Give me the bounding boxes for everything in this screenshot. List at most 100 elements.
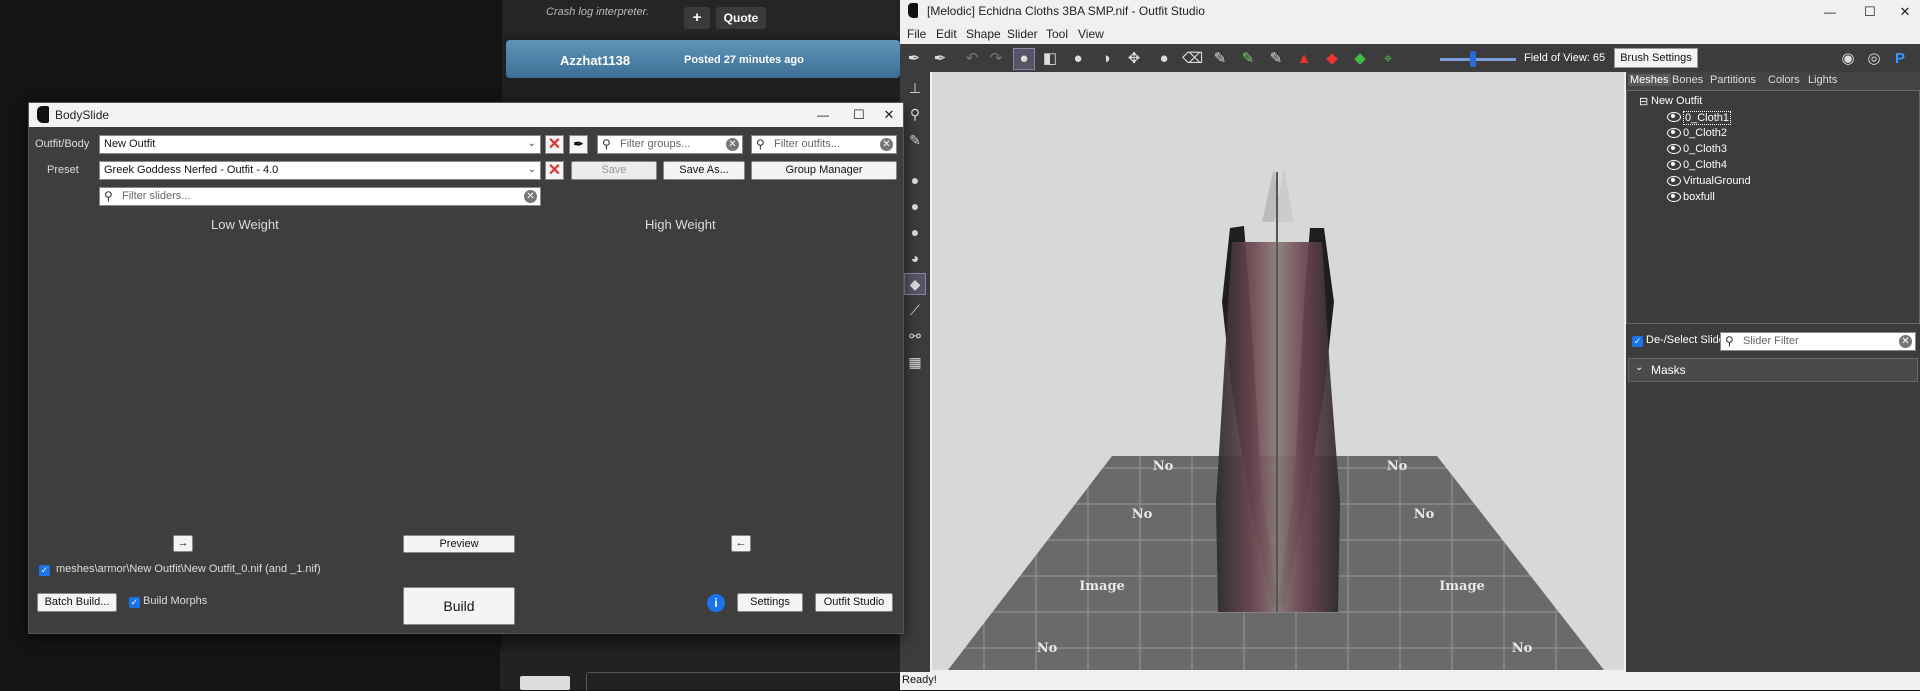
split-edge-icon[interactable]: ◆ [1350, 49, 1370, 69]
preview-button[interactable]: Preview [403, 535, 515, 553]
visibility-eye-icon[interactable] [1667, 159, 1684, 172]
slider-filter-input[interactable]: ⚲ Slider Filter ✕ [1720, 332, 1916, 351]
crash-log-text: Crash log interpreter. [546, 6, 649, 18]
connect-icon[interactable]: ⌖ [1378, 49, 1398, 69]
fov-slider-track[interactable] [1440, 58, 1516, 61]
vertex-select-icon[interactable]: ✎ [905, 130, 925, 150]
outfit-studio-button[interactable]: Outfit Studio [815, 593, 893, 612]
save-as-button[interactable]: Save As... [663, 161, 745, 180]
wireframe-icon[interactable]: ⟋ [905, 300, 925, 320]
copy-right-arrow-button[interactable]: → [173, 535, 193, 552]
tree-collapse-icon[interactable]: ⊟ [1639, 95, 1648, 108]
batch-build-button[interactable]: Batch Build... [37, 593, 117, 612]
filter-outfits-input[interactable]: ⚲ Filter outfits... ✕ [751, 135, 897, 154]
tab-colors[interactable]: Colors [1766, 74, 1802, 86]
menu-tool[interactable]: Tool [1046, 27, 1068, 41]
deflate-brush-icon[interactable]: ◑ [1096, 49, 1116, 69]
inflate-brush-icon[interactable]: ● [1068, 49, 1088, 69]
alpha-brush-icon[interactable]: ✎ [1266, 49, 1286, 69]
output-path-checkbox[interactable]: ✓ [39, 565, 50, 576]
mask-brush-icon[interactable]: ◧ [1040, 49, 1060, 69]
transform-icon[interactable]: ⊥ [905, 78, 925, 98]
brush-size-large-icon[interactable]: ● [905, 222, 925, 242]
brush-shape-icon[interactable]: ◕ [905, 248, 925, 268]
menu-slider[interactable]: Slider [1007, 27, 1038, 41]
github-icon[interactable]: ◎ [1864, 49, 1884, 69]
tree-item-mesh[interactable]: 0_Cloth4 [1683, 159, 1727, 171]
menu-edit[interactable]: Edit [936, 27, 957, 41]
reply-input[interactable] [586, 672, 902, 691]
clear-icon[interactable]: ✕ [726, 138, 739, 151]
visibility-eye-icon[interactable] [1667, 127, 1684, 140]
collapse-vertex-icon[interactable]: ▲ [1294, 49, 1314, 69]
filter-groups-input[interactable]: ⚲ Filter groups... ✕ [597, 135, 743, 154]
clear-preset-button[interactable]: ✕ [545, 161, 564, 180]
brush-logo-icon[interactable]: ✒ [904, 49, 924, 69]
smooth-brush-icon[interactable]: ● [1154, 49, 1174, 69]
minimize-button[interactable]: — [803, 104, 843, 126]
clear-icon[interactable]: ✕ [524, 190, 537, 203]
clear-icon[interactable]: ✕ [880, 138, 893, 151]
redo-icon[interactable]: ↷ [986, 49, 1006, 69]
grid-icon[interactable]: ▦ [905, 352, 925, 372]
build-button[interactable]: Build [403, 587, 515, 625]
menu-shape[interactable]: Shape [966, 27, 1001, 41]
tab-meshes[interactable]: Meshes [1628, 74, 1671, 86]
color-brush-icon[interactable]: ✎ [1238, 49, 1258, 69]
close-button[interactable]: ✕ [1885, 1, 1920, 23]
close-button[interactable]: ✕ [869, 104, 909, 126]
post-username[interactable]: Azzhat1138 [560, 53, 630, 68]
flip-edge-icon[interactable]: ◆ [1322, 49, 1342, 69]
solid-view-icon[interactable]: ◆ [904, 273, 926, 295]
group-manager-button[interactable]: Group Manager [751, 161, 897, 180]
masks-section[interactable]: ⌄ Masks [1628, 358, 1918, 382]
brush-size-medium-icon[interactable]: ● [905, 196, 925, 216]
visibility-eye-icon[interactable] [1667, 175, 1684, 188]
standard-brush-icon[interactable]: ● [1013, 48, 1035, 70]
filter-sliders-input[interactable]: ⚲ Filter sliders... ✕ [99, 187, 541, 206]
tab-bones[interactable]: Bones [1670, 74, 1705, 86]
maximize-button[interactable]: ☐ [1850, 1, 1890, 23]
outfit-studio-logo-button[interactable]: ✒ [569, 135, 588, 154]
save-button[interactable]: Save [571, 161, 657, 180]
paypal-icon[interactable]: P [1890, 49, 1910, 69]
undo-icon[interactable]: ↶ [962, 49, 982, 69]
settings-button[interactable]: Settings [737, 593, 803, 612]
deselect-sliders-checkbox[interactable]: ✓ [1632, 336, 1643, 347]
weight-brush-icon[interactable]: ✎ [1210, 49, 1230, 69]
menu-view[interactable]: View [1078, 27, 1104, 41]
copy-left-arrow-button[interactable]: ← [731, 535, 751, 552]
tree-item-mesh[interactable]: 0_Cloth3 [1683, 143, 1727, 155]
mesh-tree: ⊟ New Outfit 0_Cloth1 0_Cloth2 0_Cloth3 … [1626, 90, 1920, 324]
tile-label: No [1037, 641, 1058, 656]
add-button[interactable]: + [684, 7, 710, 29]
eraser-icon[interactable]: ⌫ [1182, 49, 1203, 69]
tree-root[interactable]: New Outfit [1651, 95, 1702, 107]
preset-dropdown[interactable]: Greek Goddess Nerfed - Outfit - 4.0 ⌄ [99, 161, 541, 180]
tree-item-mesh[interactable]: 0_Cloth2 [1683, 127, 1727, 139]
move-brush-icon[interactable]: ✥ [1124, 49, 1144, 69]
visibility-eye-icon[interactable] [1667, 143, 1684, 156]
clear-icon[interactable]: ✕ [1899, 335, 1912, 348]
fov-slider-thumb[interactable] [1470, 51, 1476, 67]
menu-file[interactable]: File [907, 27, 926, 41]
tree-item-mesh[interactable]: 0_Cloth1 [1683, 111, 1732, 125]
visibility-eye-icon[interactable] [1667, 191, 1684, 204]
brush-size-small-icon[interactable]: ● [905, 170, 925, 190]
brush-settings-button[interactable]: Brush Settings [1614, 48, 1698, 68]
tree-item-mesh[interactable]: VirtualGround [1683, 175, 1751, 187]
tree-item-mesh[interactable]: boxfull [1683, 191, 1715, 203]
build-morphs-checkbox[interactable]: ✓ [129, 597, 140, 608]
minimize-button[interactable]: — [1810, 1, 1850, 23]
tab-partitions[interactable]: Partitions [1708, 74, 1758, 86]
tab-lights[interactable]: Lights [1806, 74, 1839, 86]
info-icon[interactable]: i [707, 594, 725, 612]
paint-logo-icon[interactable]: ✒ [930, 49, 950, 69]
bone-icon[interactable]: ⚯ [905, 326, 925, 346]
quote-button[interactable]: Quote [716, 7, 766, 29]
clear-outfit-button[interactable]: ✕ [545, 135, 564, 154]
3d-viewport[interactable]: No No Image No No No Image No [932, 72, 1624, 670]
outfit-body-dropdown[interactable]: New Outfit ⌄ [99, 135, 541, 154]
discord-icon[interactable]: ◉ [1838, 49, 1858, 69]
visibility-eye-icon[interactable] [1667, 111, 1684, 124]
